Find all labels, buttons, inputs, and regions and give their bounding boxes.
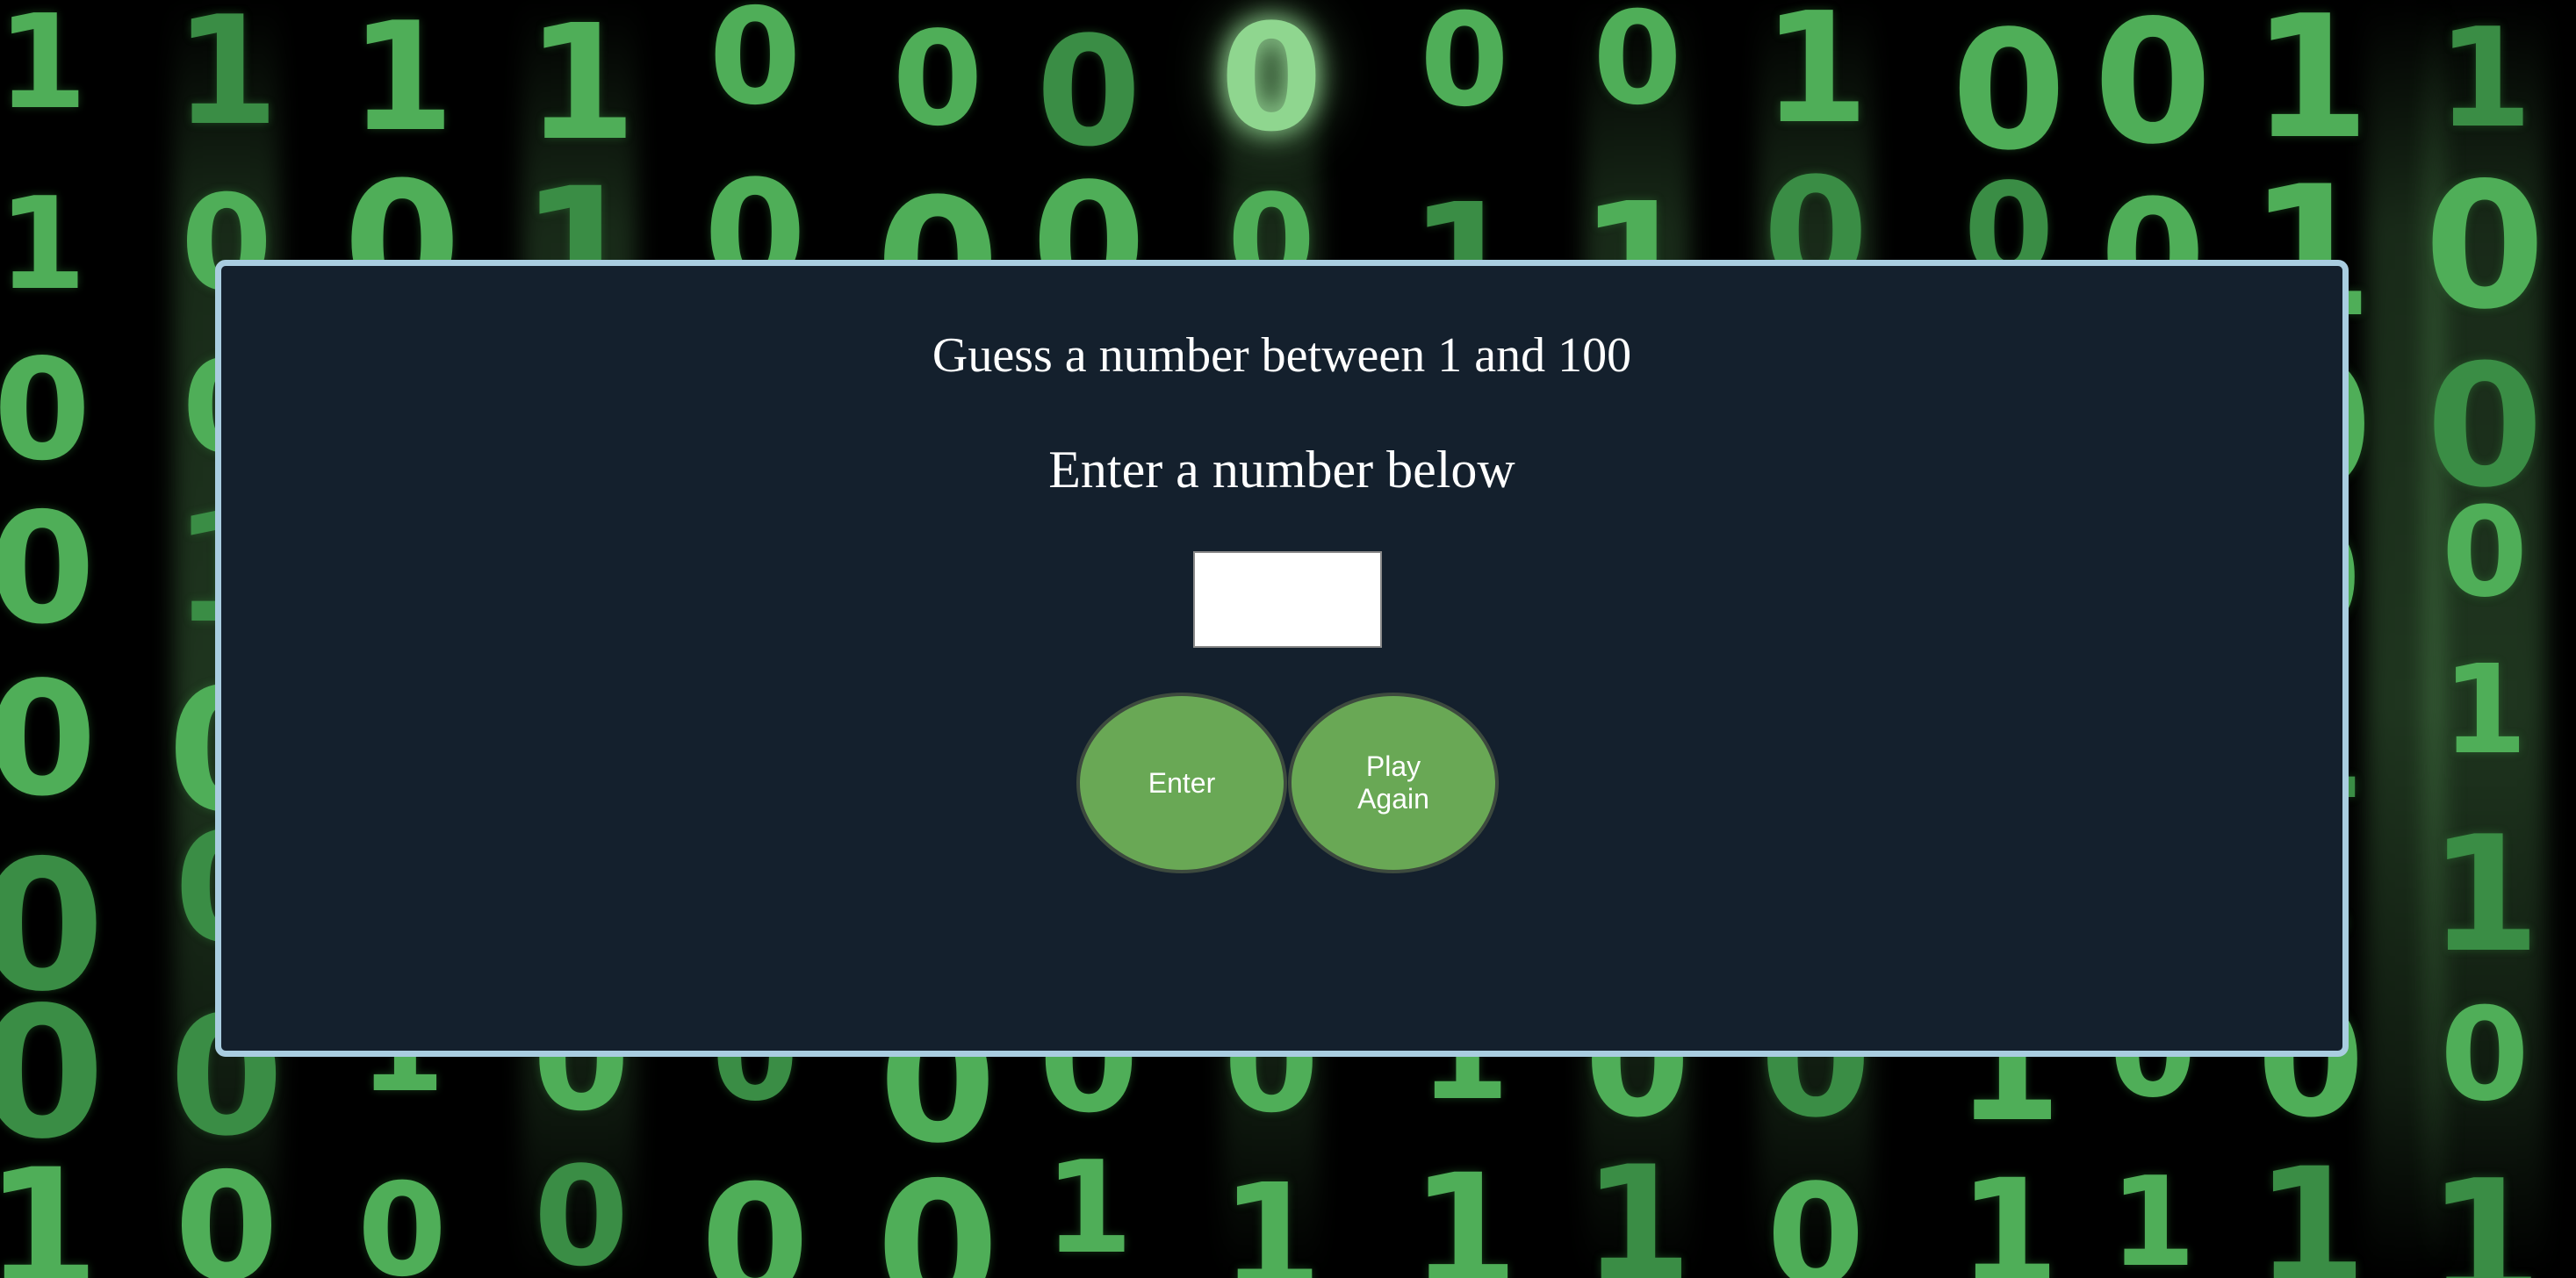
binary-digit: 1	[2427, 1145, 2543, 1278]
binary-digit: 1	[1220, 1153, 1322, 1278]
binary-digit: 0	[1951, 0, 2067, 187]
binary-digit: 0	[876, 1145, 999, 1278]
play-again-button[interactable]: Play Again	[1288, 693, 1499, 873]
binary-digit: 0	[533, 1137, 630, 1278]
binary-digit: 1	[526, 0, 637, 176]
binary-digit: 0	[1767, 1153, 1865, 1278]
binary-digit: 1	[1958, 1148, 2060, 1278]
binary-digit: 1	[2109, 1151, 2197, 1278]
binary-digit: 0	[1220, 0, 1323, 164]
binary-digit: 1	[1044, 1134, 1133, 1278]
binary-digit: 0	[0, 649, 97, 831]
binary-digit: 1	[0, 170, 87, 319]
binary-digit: 0	[1420, 0, 1509, 135]
game-title: Guess a number between 1 and 100	[932, 328, 1632, 383]
binary-digit: 0	[2441, 481, 2529, 625]
game-instructions: Enter a number below	[1048, 441, 1515, 499]
binary-digit: 1	[2255, 1134, 2367, 1278]
binary-digit: 0	[2424, 145, 2545, 348]
binary-digit: 1	[174, 0, 279, 159]
binary-digit: 1	[0, 0, 88, 138]
binary-digit: 1	[2436, 0, 2533, 158]
binary-digit: 0	[1036, 4, 1141, 180]
binary-digit: 0	[0, 480, 96, 658]
enter-button[interactable]: Enter	[1076, 693, 1287, 873]
binary-digit: 0	[1593, 0, 1682, 133]
game-panel: Guess a number between 1 and 100 Enter a…	[215, 260, 2349, 1057]
binary-digit: 0	[2093, 0, 2213, 182]
binary-digit: 1	[1410, 1141, 1519, 1278]
binary-digit: 0	[701, 1152, 809, 1278]
binary-digit: 0	[357, 1156, 447, 1278]
binary-digit: 1	[2442, 639, 2528, 782]
binary-digit: 1	[1762, 0, 1869, 158]
binary-digit: 1	[2251, 0, 2371, 176]
guess-input[interactable]	[1193, 551, 1382, 648]
binary-digit: 0	[0, 329, 91, 492]
binary-digit: 1	[1582, 1133, 1693, 1278]
binary-digit: 0	[892, 4, 983, 154]
binary-digit: 1	[0, 1134, 100, 1278]
binary-digit: 1	[2428, 801, 2541, 987]
binary-digit: 0	[2440, 980, 2529, 1130]
binary-digit: 0	[174, 1141, 279, 1278]
binary-digit: 1	[349, 0, 455, 165]
binary-digit: 0	[709, 0, 802, 134]
